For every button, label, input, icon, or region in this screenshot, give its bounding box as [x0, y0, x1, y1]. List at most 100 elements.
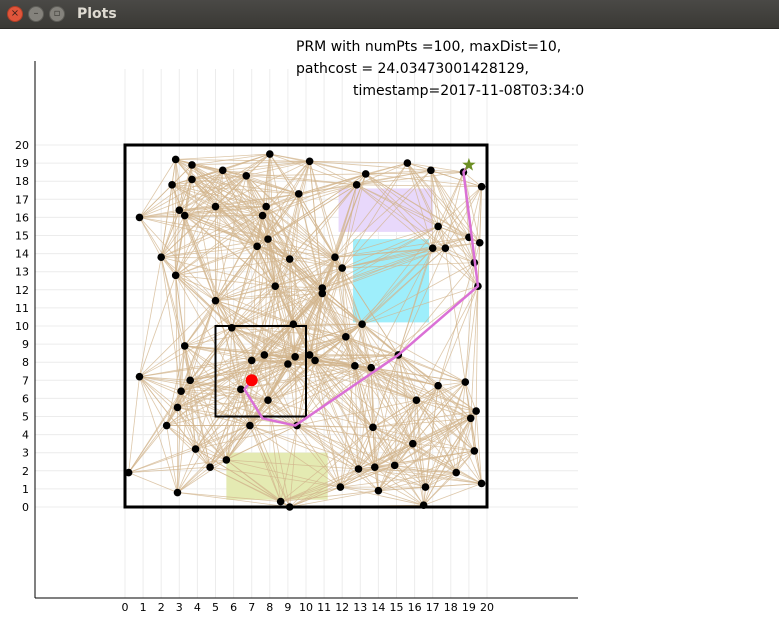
- x-tick-label: 9: [284, 601, 291, 614]
- roadmap-node: [186, 376, 194, 385]
- x-tick-label: 20: [480, 601, 494, 614]
- roadmap-node: [475, 238, 484, 247]
- y-tick-label: 2: [22, 465, 29, 478]
- roadmap-node: [247, 356, 256, 365]
- roadmap-node: [352, 181, 361, 189]
- x-tick-label: 6: [230, 601, 237, 614]
- roadmap-node: [157, 253, 165, 262]
- y-tick-label: 19: [15, 157, 29, 170]
- roadmap-node: [258, 211, 267, 220]
- y-tick-label: 3: [22, 447, 29, 460]
- y-tick-labels: 01234567891011121314151617181920: [15, 139, 29, 514]
- y-tick-label: 7: [22, 374, 29, 387]
- roadmap-node: [284, 360, 292, 368]
- roadmap-node: [466, 414, 475, 423]
- roadmap-node: [171, 155, 180, 164]
- roadmap-node: [266, 150, 274, 158]
- roadmap-node: [253, 242, 261, 251]
- x-tick-label: 15: [390, 601, 404, 614]
- roadmap-node: [361, 170, 370, 178]
- y-tick-label: 12: [15, 284, 29, 297]
- y-tick-label: 1: [22, 483, 29, 496]
- x-tick-label: 11: [317, 601, 331, 614]
- y-tick-label: 15: [15, 230, 29, 243]
- roadmap-edge: [139, 159, 177, 218]
- roadmap-node: [419, 501, 428, 509]
- roadmap-node: [441, 244, 450, 252]
- roadmap-node: [477, 182, 486, 191]
- start-marker: [245, 374, 258, 387]
- roadmap-node: [428, 244, 437, 252]
- roadmap-node: [338, 264, 347, 272]
- roadmap-node: [336, 483, 345, 491]
- roadmap-node: [171, 271, 180, 280]
- roadmap-edge: [372, 399, 417, 428]
- plot-area: 0 1 2 3 4 5 6 7 8 9 10 11 12 13 14 15 16 17 18 19 20 0123456…: [0, 29, 779, 628]
- roadmap-node: [342, 333, 350, 341]
- roadmap-node: [242, 171, 251, 180]
- roadmap-node: [452, 468, 461, 477]
- roadmap-edge: [139, 376, 178, 408]
- x-tick-label: 16: [408, 601, 422, 614]
- maximize-icon: ▫: [53, 8, 61, 19]
- roadmap-edge: [177, 459, 227, 493]
- annotation-line-3: timestamp=2017-11-08T03:34:0: [353, 83, 584, 99]
- x-tick-label: 5: [212, 601, 219, 614]
- roadmap-node: [180, 342, 189, 350]
- annotation-line-1: PRM with numPts =100, maxDist=10,: [296, 39, 561, 55]
- roadmap-node: [175, 206, 184, 214]
- roadmap-node: [135, 372, 144, 381]
- roadmap-node: [434, 381, 442, 390]
- roadmap-node: [374, 486, 383, 495]
- roadmap-node: [276, 497, 285, 506]
- roadmap-node: [222, 456, 231, 464]
- roadmap-node: [369, 423, 377, 432]
- roadmap-node: [135, 213, 144, 222]
- roadmap-node: [470, 447, 479, 455]
- roadmap-node: [264, 396, 272, 405]
- y-tick-label: 18: [15, 175, 29, 188]
- y-tick-label: 9: [22, 338, 29, 351]
- annotation: PRM with numPts =100, maxDist=10, pathco…: [296, 39, 584, 99]
- roadmap-node: [246, 421, 254, 430]
- roadmap-node: [331, 253, 339, 262]
- y-tick-label: 13: [15, 266, 29, 279]
- roadmap-node: [294, 190, 303, 198]
- y-tick-label: 14: [15, 248, 29, 261]
- y-tick-label: 4: [22, 429, 29, 442]
- close-window-button[interactable]: ×: [7, 6, 23, 22]
- roadmap-node: [162, 421, 171, 430]
- roadmap-node: [264, 235, 272, 243]
- roadmap-node: [434, 222, 442, 231]
- x-tick-label: 14: [371, 601, 385, 614]
- roadmap-node: [390, 461, 399, 470]
- y-tick-label: 6: [22, 392, 29, 405]
- roadmap-node: [408, 439, 417, 448]
- roadmap-node: [173, 403, 182, 412]
- y-tick-label: 11: [15, 302, 29, 315]
- x-tick-label: 18: [444, 601, 458, 614]
- x-tick-label: 19: [462, 601, 476, 614]
- roadmap-node: [180, 211, 189, 220]
- roadmap-node: [289, 320, 298, 328]
- y-tick-label: 10: [15, 320, 29, 333]
- roadmap-node: [311, 356, 319, 365]
- window-titlebar: × – ▫ Plots: [0, 0, 779, 29]
- roadmap-node: [188, 175, 196, 184]
- y-tick-label: 5: [22, 411, 29, 424]
- minimize-window-button[interactable]: –: [28, 6, 44, 22]
- roadmap-node: [461, 378, 470, 386]
- roadmap-edge: [445, 247, 475, 264]
- roadmap-node: [318, 284, 327, 292]
- y-tick-label: 0: [22, 501, 29, 514]
- roadmap-node: [477, 479, 486, 488]
- roadmap-node: [227, 324, 236, 332]
- roadmap-node: [403, 159, 412, 167]
- roadmap-node: [354, 465, 363, 473]
- roadmap-node: [285, 255, 294, 263]
- x-tick-label: 7: [248, 601, 255, 614]
- x-tick-label: 8: [266, 601, 273, 614]
- annotation-line-2: pathcost = 24.03473001428129,: [296, 61, 529, 77]
- maximize-window-button[interactable]: ▫: [49, 6, 65, 22]
- roadmap-node: [260, 351, 269, 359]
